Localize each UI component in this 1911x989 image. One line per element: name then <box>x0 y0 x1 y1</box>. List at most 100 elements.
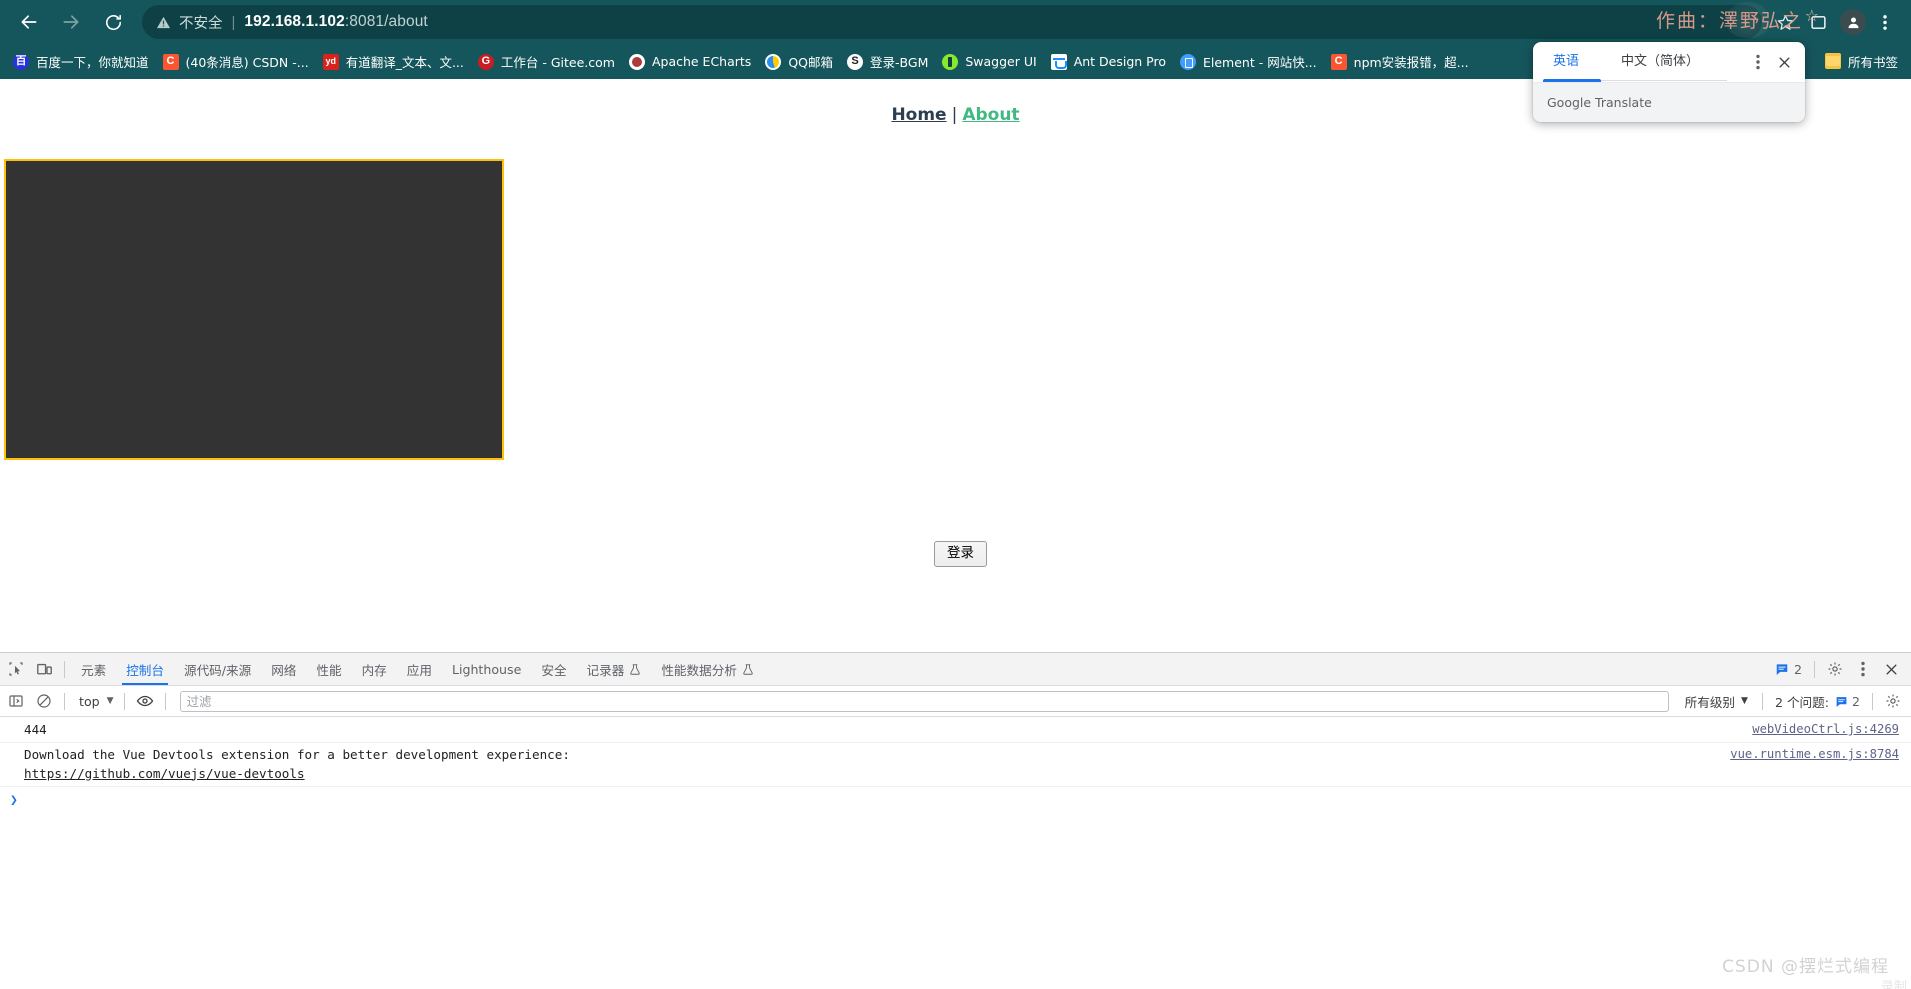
devtools-tab-label: 控制台 <box>126 662 164 678</box>
filterbar-divider-5 <box>1872 692 1873 710</box>
inspect-element-button[interactable] <box>2 655 30 683</box>
devtools-tab[interactable]: 应用 <box>397 653 442 685</box>
live-expression-eye-icon <box>136 695 153 707</box>
bookmark-item[interactable]: 百百度一下，你就知道 <box>6 49 156 75</box>
side-panel-button[interactable] <box>1800 5 1836 39</box>
devtools-tab[interactable]: 网络 <box>261 653 306 685</box>
console-sidebar-toggle[interactable] <box>2 687 30 715</box>
bookmark-label: 登录-BGM <box>870 55 929 70</box>
translate-active-tab-underline <box>1543 79 1601 82</box>
devtools-tab[interactable]: 内存 <box>352 653 397 685</box>
console-sidebar-icon <box>9 695 23 707</box>
console-level-selector[interactable]: 所有级别 ▼ <box>1677 692 1756 711</box>
device-toolbar-button[interactable] <box>30 655 58 683</box>
clear-console-button[interactable] <box>30 687 58 715</box>
chrome-right-controls <box>1770 5 1900 39</box>
message-badge-icon <box>1836 696 1847 707</box>
back-button[interactable] <box>12 5 46 39</box>
console-message-link[interactable]: https://github.com/vuejs/vue-devtools <box>24 766 305 781</box>
forward-button[interactable] <box>54 5 88 39</box>
youdao-favicon: yd <box>322 53 339 70</box>
navigation-toolbar: 不安全 | 192.168.1.102:8081/about <box>0 0 1911 44</box>
console-message-text: Download the Vue Devtools extension for … <box>24 747 570 763</box>
devtools-tab-strip: 元素 控制台 源代码/来源 网络 性能 内存 应用 Lighthouse 安全 记录器 性能数据分析 <box>71 653 764 685</box>
devtools-tab-label: 内存 <box>361 662 387 678</box>
bookmark-item[interactable]: QQ邮箱 <box>758 49 840 75</box>
nav-link-about[interactable]: About <box>962 105 1019 125</box>
filterbar-divider-2 <box>123 692 125 710</box>
bookmark-star-button[interactable] <box>1770 7 1800 37</box>
console-issues-count: 2 <box>1851 693 1860 709</box>
antdesign-favicon <box>1050 53 1067 70</box>
bookmark-label: (40条消息) CSDN -... <box>185 55 309 70</box>
prompt-chevron-icon: ❯ <box>10 792 18 808</box>
console-context-selector[interactable]: top ▼ <box>71 690 118 712</box>
translate-tab-target[interactable]: 中文（简体） <box>1613 42 1707 82</box>
devtools-toolbar-right: 2 <box>1769 655 1911 683</box>
translate-tab-source[interactable]: 英语 <box>1545 42 1587 82</box>
bookmark-item[interactable]: Cnpm安装报错，超... <box>1324 49 1476 75</box>
bookmark-item[interactable]: yd 有道翻译_文本、文... <box>316 49 471 75</box>
chevron-down-icon: ▼ <box>1741 696 1748 706</box>
profile-button[interactable] <box>1836 5 1870 39</box>
bookmark-label: npm安装报错，超... <box>1353 55 1469 70</box>
devtools-tab-label: 性能 <box>316 662 342 678</box>
side-panel-icon <box>1810 15 1826 29</box>
devtools-tab[interactable]: 源代码/来源 <box>174 653 261 685</box>
profile-avatar-icon <box>1848 17 1858 28</box>
console-message-text: 444 <box>24 722 47 737</box>
bookmark-item[interactable]: Swagger UI <box>935 49 1043 75</box>
not-secure-warning-icon[interactable] <box>156 15 171 30</box>
all-bookmarks-button[interactable]: 所有书签 <box>1818 48 1905 74</box>
translate-close-button[interactable] <box>1771 49 1797 75</box>
bookmark-item[interactable]: Ant Design Pro <box>1044 49 1173 75</box>
devtools-tab[interactable]: 控制台 <box>116 653 174 685</box>
echarts-favicon <box>628 53 645 70</box>
console-issues-link[interactable]: 2 个问题: 2 <box>1769 692 1866 711</box>
console-message-list: 444 webVideoCtrl.js:4269 Download the Vue … <box>0 718 1911 787</box>
bookmark-item[interactable]: 登录-BGM <box>840 49 935 75</box>
bookmark-label: Swagger UI <box>965 54 1037 69</box>
devtools-settings-button[interactable] <box>1821 655 1849 683</box>
login-button[interactable]: 登录 <box>934 541 987 567</box>
toolbar-divider-right <box>1814 660 1815 678</box>
address-bar[interactable]: 不安全 | 192.168.1.102:8081/about <box>142 5 1762 39</box>
arrow-left-icon <box>21 15 37 29</box>
filterbar-divider-1 <box>64 692 65 710</box>
bookmark-item[interactable]: Element - 网站快... <box>1173 49 1324 75</box>
console-settings-button[interactable] <box>1879 687 1907 715</box>
three-dot-menu-icon <box>1756 54 1760 70</box>
console-filter-input[interactable] <box>179 690 1669 712</box>
qqmail-favicon <box>765 53 782 70</box>
devtools-toolbar: 元素 控制台 源代码/来源 网络 性能 内存 应用 Lighthouse 安全 记录器 性能数据分析… <box>0 653 1911 686</box>
devtools-tab[interactable]: 元素 <box>71 653 116 685</box>
bookmark-item[interactable]: G 工作台 - Gitee.com <box>471 49 622 75</box>
experiment-flask-icon <box>629 663 641 676</box>
devtools-tab[interactable]: 性能数据分析 <box>651 653 764 685</box>
console-message-source[interactable]: vue.runtime.esm.js:8784 <box>1730 746 1899 764</box>
devtools-close-button[interactable] <box>1877 655 1905 683</box>
gitee-favicon: G <box>477 53 494 70</box>
devtools-tab-label: 源代码/来源 <box>183 662 252 678</box>
chrome-menu-button[interactable] <box>1870 5 1900 39</box>
bookmark-item[interactable]: Apache ECharts <box>622 49 758 75</box>
devtools-tab[interactable]: 性能 <box>306 653 351 685</box>
url-host: 192.168.1.102 <box>244 13 345 30</box>
devtools-tab-label: 元素 <box>81 662 107 678</box>
devtools-tab[interactable]: Lighthouse <box>442 653 531 685</box>
devtools-tab[interactable]: 记录器 <box>577 653 652 685</box>
console-message-source[interactable]: webVideoCtrl.js:4269 <box>1752 721 1899 739</box>
console-input-prompt[interactable]: ❯ <box>0 787 1911 811</box>
live-expression-button[interactable] <box>131 687 159 715</box>
reload-button[interactable] <box>96 5 130 39</box>
devtools-tab[interactable]: 安全 <box>531 653 576 685</box>
devtools-more-button[interactable] <box>1849 655 1877 683</box>
translate-options-button[interactable] <box>1745 49 1771 75</box>
issues-badge-button[interactable]: 2 <box>1769 662 1808 677</box>
bookmark-label: 有道翻译_文本、文... <box>345 55 464 70</box>
folder-icon <box>1824 53 1841 69</box>
nav-link-home[interactable]: Home <box>891 105 946 125</box>
bookmark-item[interactable]: C (40条消息) CSDN -... <box>156 49 316 75</box>
console-context-label: top <box>79 693 100 709</box>
video-player-panel[interactable] <box>4 159 504 460</box>
